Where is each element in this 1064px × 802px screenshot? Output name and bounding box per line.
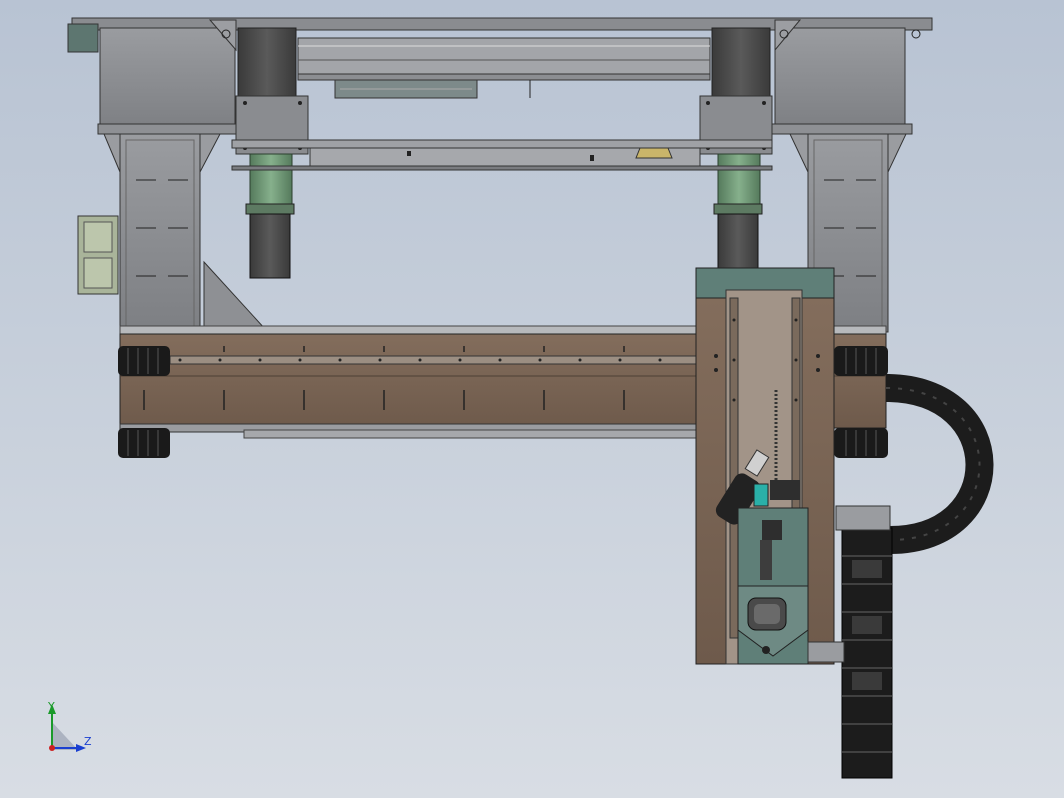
left-leg: [77, 133, 268, 333]
gantry-model: Y Z: [47, 17, 994, 779]
left-motor-assembly: [235, 27, 309, 279]
coordinate-triad: Y Z: [47, 700, 92, 752]
cad-viewport[interactable]: Y Z: [0, 0, 1064, 798]
middle-crossbar: [231, 139, 773, 171]
y-axis-label: Y: [47, 700, 55, 713]
right-motor-assembly: [699, 27, 773, 279]
x-axis-dot: [49, 745, 55, 751]
top-frame: [67, 17, 933, 135]
z-axis-label: Z: [84, 735, 92, 748]
z-axis-carriage: [695, 267, 845, 665]
